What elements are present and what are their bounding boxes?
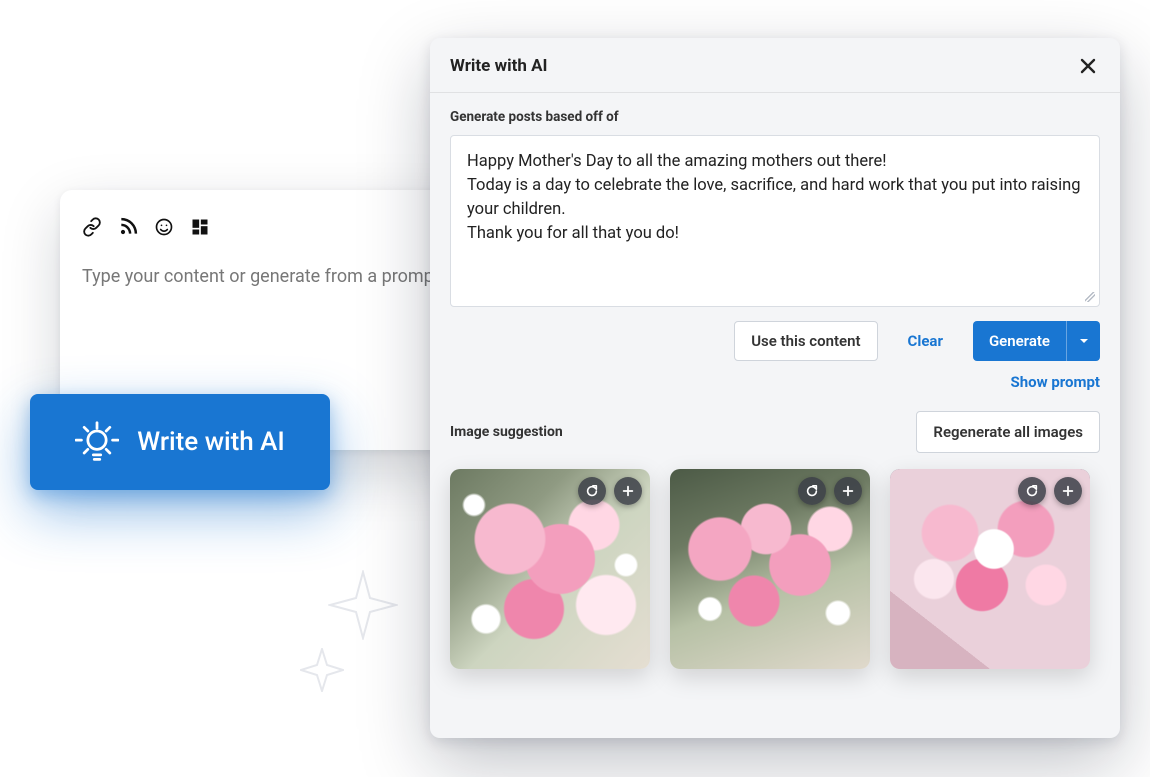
link-icon[interactable] bbox=[82, 217, 102, 237]
add-image-button[interactable] bbox=[614, 477, 642, 505]
panel-header: Write with AI bbox=[430, 38, 1120, 93]
refresh-icon bbox=[585, 484, 599, 498]
regenerate-image-button[interactable] bbox=[798, 477, 826, 505]
generate-button-group: Generate bbox=[973, 321, 1100, 361]
generate-button[interactable]: Generate bbox=[973, 321, 1066, 361]
prompt-textarea[interactable]: Happy Mother's Day to all the amazing mo… bbox=[450, 135, 1100, 307]
chevron-down-icon bbox=[1078, 335, 1090, 347]
sparkle-decoration-small bbox=[300, 648, 344, 692]
suggested-image[interactable] bbox=[890, 469, 1090, 669]
regenerate-image-button[interactable] bbox=[1018, 477, 1046, 505]
close-icon bbox=[1080, 58, 1096, 74]
regenerate-image-button[interactable] bbox=[578, 477, 606, 505]
action-row: Use this content Clear Generate bbox=[450, 321, 1100, 361]
image-suggestion-label: Image suggestion bbox=[450, 424, 563, 440]
close-button[interactable] bbox=[1074, 52, 1102, 80]
clear-button[interactable]: Clear bbox=[892, 321, 959, 361]
image-suggestions bbox=[450, 469, 1100, 669]
use-this-content-button[interactable]: Use this content bbox=[734, 321, 877, 361]
write-with-ai-label: Write with AI bbox=[137, 427, 285, 457]
refresh-icon bbox=[1025, 484, 1039, 498]
rss-icon[interactable] bbox=[118, 217, 138, 237]
add-image-button[interactable] bbox=[834, 477, 862, 505]
suggested-image[interactable] bbox=[670, 469, 870, 669]
generate-label: Generate posts based off of bbox=[450, 109, 1100, 125]
regenerate-all-images-button[interactable]: Regenerate all images bbox=[916, 411, 1100, 453]
sparkle-decoration bbox=[328, 570, 398, 640]
show-prompt-link[interactable]: Show prompt bbox=[1010, 373, 1100, 391]
prompt-line: Happy Mother's Day to all the amazing mo… bbox=[467, 150, 1083, 174]
write-with-ai-panel: Write with AI Generate posts based off o… bbox=[430, 38, 1120, 738]
plus-icon bbox=[841, 484, 855, 498]
generate-button-dropdown[interactable] bbox=[1066, 321, 1100, 361]
suggested-image[interactable] bbox=[450, 469, 650, 669]
plus-icon bbox=[621, 484, 635, 498]
panel-title: Write with AI bbox=[450, 56, 547, 76]
prompt-line: Thank you for all that you do! bbox=[467, 222, 1083, 246]
compose-input[interactable]: Type your content or generate from a pro… bbox=[82, 266, 458, 287]
layout-icon[interactable] bbox=[190, 217, 210, 237]
refresh-icon bbox=[805, 484, 819, 498]
emoji-icon[interactable] bbox=[154, 217, 174, 237]
lightbulb-icon bbox=[75, 420, 119, 464]
prompt-line: Today is a day to celebrate the love, sa… bbox=[467, 174, 1083, 222]
plus-icon bbox=[1061, 484, 1075, 498]
write-with-ai-button[interactable]: Write with AI bbox=[30, 394, 330, 490]
add-image-button[interactable] bbox=[1054, 477, 1082, 505]
compose-toolbar bbox=[82, 210, 458, 244]
